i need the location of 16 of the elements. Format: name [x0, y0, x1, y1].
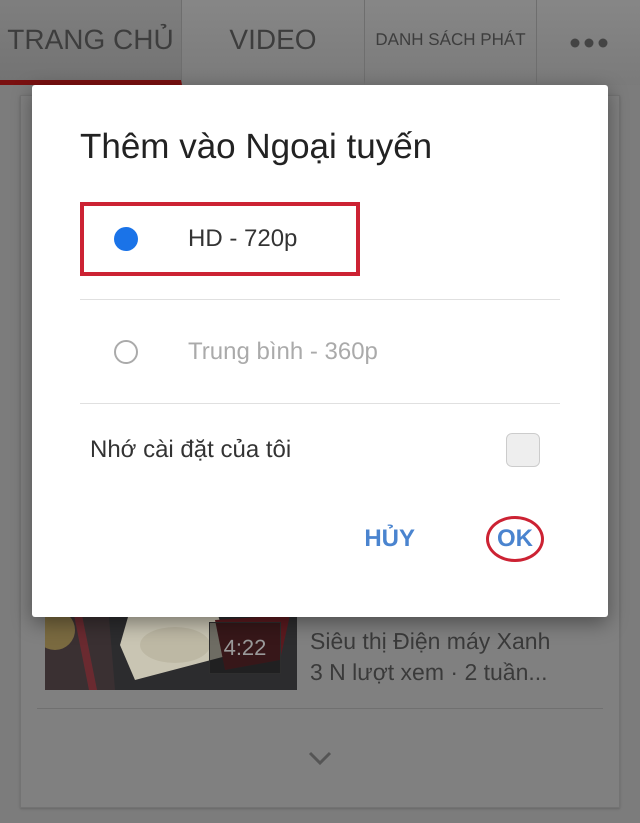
checkbox[interactable] [506, 433, 540, 467]
chevron-down-icon[interactable] [308, 751, 332, 765]
tab[interactable]: TRANG CHỦ [0, 0, 182, 85]
more-icon[interactable] [570, 38, 608, 48]
radio-button[interactable] [114, 226, 138, 250]
video-meta: 3 N lượt xem · 2 tuần... [310, 659, 549, 686]
option-label: HD - 720p [188, 224, 298, 252]
ok-button[interactable]: OK [486, 516, 544, 562]
radio-button[interactable] [114, 340, 138, 364]
duration-badge: 4:22 [209, 622, 281, 674]
cancel-button[interactable]: HỦY [353, 516, 426, 562]
quality-option[interactable]: Trung bình - 360p [80, 314, 402, 388]
channel-name: Siêu thị Điện máy Xanh [310, 628, 550, 655]
option-label: Trung bình - 360p [188, 338, 378, 366]
remember-label: Nhớ cài đặt của tôi [90, 436, 292, 464]
dialog-title: Thêm vào Ngoại tuyến [80, 127, 434, 167]
